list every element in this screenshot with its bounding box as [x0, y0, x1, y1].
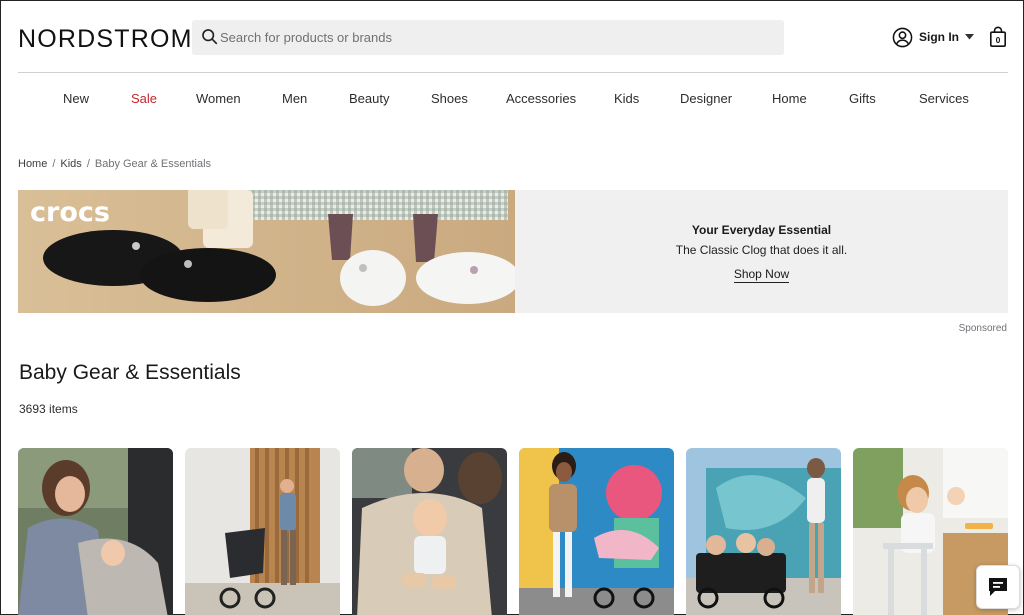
nav-item-women[interactable]: Women — [196, 91, 241, 106]
nav-item-new[interactable]: New — [63, 91, 89, 106]
wagon-image — [686, 448, 841, 615]
bassinet-stroller-image — [519, 448, 674, 615]
nav-item-services[interactable]: Services — [919, 91, 969, 106]
sign-in-label: Sign In — [919, 30, 959, 44]
main-nav: New Sale Women Men Beauty Shoes Accessor… — [1, 91, 1023, 111]
shopping-bag-button[interactable]: 0 — [988, 26, 1008, 48]
nav-item-beauty[interactable]: Beauty — [349, 91, 389, 106]
breadcrumb-separator: / — [86, 158, 90, 170]
breadcrumb-kids[interactable]: Kids — [60, 158, 81, 170]
search-icon[interactable] — [201, 28, 219, 46]
banner-copy-panel[interactable]: Your Everyday Essential The Classic Clog… — [515, 190, 1008, 313]
search-bar[interactable] — [192, 20, 784, 55]
convertible-car-seat-tile[interactable] — [352, 448, 507, 615]
banner-headline: Your Everyday Essential — [691, 223, 832, 237]
nav-item-designer[interactable]: Designer — [680, 91, 732, 106]
car-seat-tile[interactable] — [18, 448, 173, 615]
site-header: NORDSTROM Sign In 0 — [1, 1, 1023, 73]
shopping-bag-icon: 0 — [989, 26, 1006, 47]
nav-item-home[interactable]: Home — [772, 91, 807, 106]
crocs-clogs-illustration: crocs — [18, 190, 515, 313]
nordstrom-logo[interactable]: NORDSTROM — [18, 25, 193, 54]
stroller-tile[interactable] — [185, 448, 340, 615]
header-divider — [18, 72, 1008, 73]
sponsored-label: Sponsored — [958, 323, 1007, 334]
nav-item-accessories[interactable]: Accessories — [506, 91, 576, 106]
wagon-tile[interactable] — [686, 448, 841, 615]
breadcrumb-home[interactable]: Home — [18, 158, 47, 170]
nav-item-gifts[interactable]: Gifts — [849, 91, 876, 106]
crocs-banner-image[interactable]: crocs — [18, 190, 515, 313]
sign-in-button[interactable]: Sign In — [892, 26, 974, 48]
category-tiles — [18, 448, 1008, 615]
banner-subline: The Classic Clog that does it all. — [675, 243, 848, 257]
shop-now-link[interactable]: Shop Now — [733, 267, 790, 283]
bag-count: 0 — [996, 35, 1001, 45]
search-input[interactable] — [220, 20, 760, 55]
page-title: Baby Gear & Essentials — [19, 361, 241, 384]
chevron-down-icon — [965, 34, 974, 40]
chat-icon — [989, 578, 1007, 596]
chat-button[interactable] — [976, 565, 1020, 609]
convertible-car-seat-image — [352, 448, 507, 615]
nav-item-men[interactable]: Men — [282, 91, 307, 106]
item-count: 3693 items — [19, 402, 78, 416]
crocs-logo: crocs — [30, 197, 110, 228]
breadcrumb-separator: / — [52, 158, 56, 170]
nav-item-kids[interactable]: Kids — [614, 91, 639, 106]
bassinet-stroller-tile[interactable] — [519, 448, 674, 615]
stroller-image — [185, 448, 340, 615]
car-seat-image — [18, 448, 173, 615]
breadcrumb: Home / Kids / Baby Gear & Essentials — [18, 158, 211, 170]
nav-item-sale[interactable]: Sale — [131, 91, 157, 106]
account-icon — [892, 27, 913, 47]
nav-item-shoes[interactable]: Shoes — [431, 91, 468, 106]
breadcrumb-current: Baby Gear & Essentials — [94, 158, 212, 170]
